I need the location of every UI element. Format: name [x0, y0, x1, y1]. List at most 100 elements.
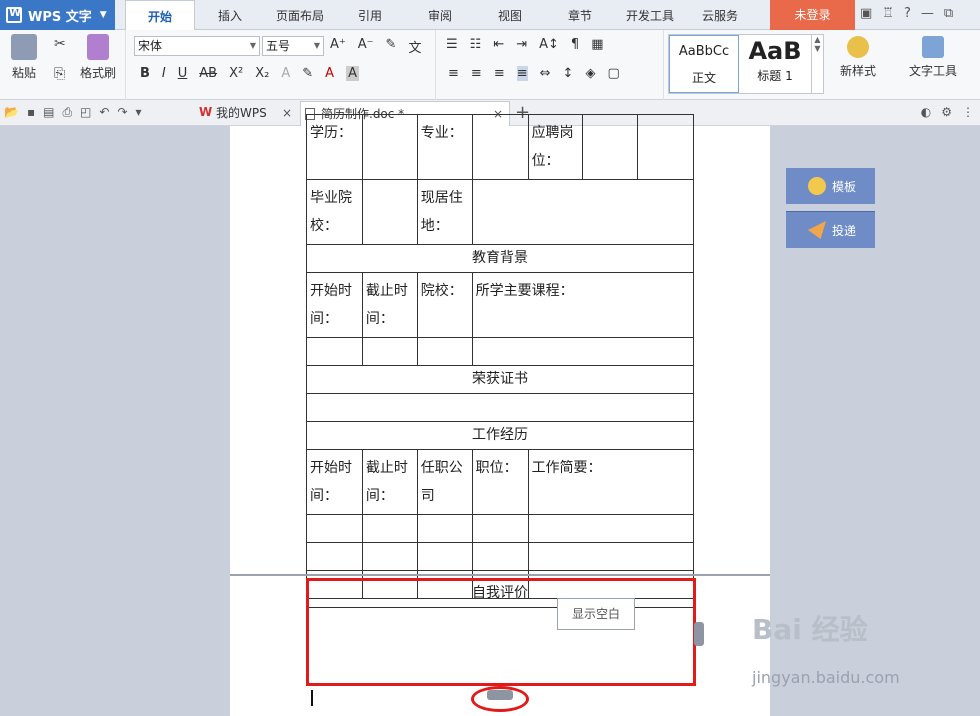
table-cell[interactable]: 应聘岗位：: [527, 114, 584, 180]
table-cell[interactable]: 截止时间：: [361, 272, 418, 338]
font-size-select[interactable]: 五号 ▼: [262, 36, 324, 56]
preview-icon[interactable]: ◰: [80, 105, 91, 120]
minimize-icon[interactable]: —: [921, 6, 934, 21]
login-button[interactable]: 未登录: [770, 0, 855, 30]
highlight-icon[interactable]: ✎: [302, 66, 313, 81]
table-cell[interactable]: [471, 542, 529, 571]
superscript-icon[interactable]: X²: [229, 66, 243, 81]
table-cell[interactable]: 毕业院校：: [306, 179, 363, 245]
table-cell[interactable]: [582, 114, 639, 180]
shrink-font-icon[interactable]: A⁻: [358, 37, 374, 56]
tab-review[interactable]: 审阅: [405, 0, 475, 30]
increase-indent-icon[interactable]: ⇥: [516, 37, 527, 52]
table-cell[interactable]: 学历：: [306, 114, 363, 180]
show-blank-tooltip[interactable]: 显示空白: [557, 598, 635, 630]
font-name-select[interactable]: 宋体 ▼: [134, 36, 260, 56]
tab-references[interactable]: 引用: [335, 0, 405, 30]
settings-icon[interactable]: ⚙: [941, 105, 952, 119]
table-cell[interactable]: [361, 337, 418, 366]
close-icon[interactable]: ×: [282, 101, 292, 125]
doc-tab-my-wps[interactable]: W 我的WPS ×: [196, 101, 298, 126]
numbering-icon[interactable]: ☷: [470, 37, 482, 52]
table-cell[interactable]: [361, 514, 418, 543]
pdf-icon[interactable]: ▤: [43, 105, 54, 120]
chevron-down-icon[interactable]: ▾: [136, 105, 142, 120]
table-cell[interactable]: 所学主要课程：: [471, 272, 695, 338]
app-menu-button[interactable]: WPS 文字 ▼: [0, 0, 115, 30]
style-normal[interactable]: AaBbCc 正文: [669, 35, 739, 93]
table-cell[interactable]: [416, 542, 473, 571]
tab-home[interactable]: 开始: [125, 0, 195, 31]
tab-developer[interactable]: 开发工具: [615, 0, 685, 30]
tab-section[interactable]: 章节: [545, 0, 615, 30]
box-icon[interactable]: ▣: [860, 6, 872, 21]
table-cell[interactable]: 截止时间：: [361, 449, 418, 515]
template-button[interactable]: 模板: [786, 168, 875, 204]
help-icon[interactable]: ?: [904, 6, 911, 21]
sort-icon[interactable]: A↕: [539, 37, 559, 52]
underline-icon[interactable]: U: [178, 66, 188, 81]
redo-icon[interactable]: ↷: [117, 105, 127, 120]
paste-button[interactable]: 粘贴: [6, 30, 42, 81]
show-marks-icon[interactable]: ¶: [571, 37, 579, 52]
table-cell[interactable]: [471, 179, 695, 245]
table-cell[interactable]: [306, 393, 694, 422]
section-header-education[interactable]: 教育背景: [306, 244, 694, 273]
distribute-icon[interactable]: ⇔: [540, 66, 551, 81]
text-tools-button[interactable]: 文字工具: [898, 30, 968, 79]
borders-icon[interactable]: ▢: [607, 66, 619, 81]
table-cell[interactable]: [471, 514, 529, 543]
tab-cloud[interactable]: 云服务: [685, 0, 755, 30]
tab-page-layout[interactable]: 页面布局: [265, 0, 335, 30]
shading-icon[interactable]: ◈: [585, 66, 595, 81]
table-cell[interactable]: [306, 514, 363, 543]
table-cell[interactable]: 职位：: [471, 449, 529, 515]
save-icon[interactable]: ▪: [27, 105, 35, 120]
bullets-icon[interactable]: ☰: [446, 37, 458, 52]
table-cell[interactable]: 专业：: [416, 114, 473, 180]
table-cell[interactable]: [416, 514, 473, 543]
deliver-button[interactable]: 投递: [786, 212, 875, 248]
align-right-icon[interactable]: ≡: [494, 66, 505, 81]
copy-icon[interactable]: ⎘: [54, 66, 65, 82]
text-effect-icon[interactable]: A: [281, 66, 290, 81]
section-header-awards[interactable]: 荣获证书: [306, 365, 694, 394]
decrease-indent-icon[interactable]: ⇤: [493, 37, 504, 52]
subscript-icon[interactable]: X₂: [255, 66, 269, 81]
shirt-icon[interactable]: ♖: [882, 6, 894, 21]
table-borders-icon[interactable]: ▦: [591, 37, 603, 52]
align-left-icon[interactable]: ≡: [448, 66, 459, 81]
section-header-work[interactable]: 工作经历: [306, 421, 694, 450]
style-heading-1[interactable]: AaB 标题 1: [741, 35, 809, 84]
table-cell[interactable]: [527, 542, 695, 571]
format-painter-button[interactable]: 格式刷: [76, 30, 120, 81]
cut-icon[interactable]: ✂: [54, 36, 66, 52]
table-cell[interactable]: [416, 337, 473, 366]
new-style-button[interactable]: 新样式: [828, 30, 888, 79]
table-cell[interactable]: 院校：: [416, 272, 473, 338]
table-cell[interactable]: [361, 114, 418, 180]
line-spacing-icon[interactable]: ↕: [563, 66, 574, 81]
table-cell[interactable]: 现居住地：: [416, 179, 473, 245]
justify-icon[interactable]: ≡: [516, 66, 528, 81]
char-shading-icon[interactable]: A: [346, 66, 359, 81]
more-icon[interactable]: ⋮: [962, 105, 974, 119]
italic-icon[interactable]: I: [162, 66, 166, 81]
table-cell[interactable]: [637, 114, 694, 180]
open-icon[interactable]: 📂: [4, 105, 19, 120]
strikethrough-icon[interactable]: AB: [199, 66, 217, 81]
align-center-icon[interactable]: ≡: [471, 66, 482, 81]
table-cell[interactable]: [527, 514, 695, 543]
tab-insert[interactable]: 插入: [195, 0, 265, 30]
table-cell[interactable]: [361, 542, 418, 571]
print-icon[interactable]: ⎙: [62, 105, 72, 120]
phonetic-icon[interactable]: 文: [408, 37, 421, 56]
styles-scroll[interactable]: ▲ ▼: [811, 35, 823, 93]
table-cell[interactable]: 工作简要：: [527, 449, 695, 515]
table-cell[interactable]: [471, 114, 529, 180]
restore-icon[interactable]: ⧉: [944, 6, 953, 21]
clear-format-icon[interactable]: ✎: [386, 37, 397, 56]
table-cell[interactable]: 开始时间：: [306, 449, 363, 515]
table-resize-handle[interactable]: [694, 622, 704, 646]
bold-icon[interactable]: B: [140, 66, 150, 81]
